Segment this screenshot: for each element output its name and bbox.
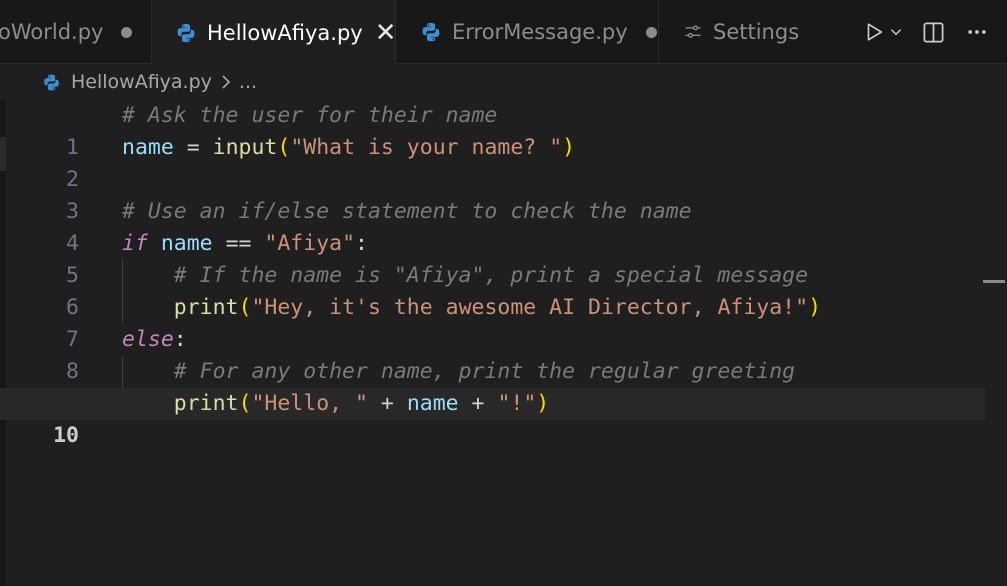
tab-label: Settings bbox=[713, 20, 800, 44]
keyword: else bbox=[122, 327, 174, 352]
breadcrumb: HellowAfiya.py ... bbox=[0, 65, 1007, 99]
bracket: ) bbox=[808, 295, 822, 320]
tab-label: HellowAfiya.py bbox=[207, 20, 363, 45]
breadcrumb-symbols[interactable]: ... bbox=[239, 71, 257, 93]
split-editor-icon bbox=[923, 22, 943, 42]
operator: = bbox=[173, 135, 213, 160]
comment: # Ask the user for their name bbox=[122, 103, 498, 128]
tab-helloworld[interactable]: oWorld.py bbox=[0, 0, 152, 64]
code-line[interactable]: 4 # Use an if/else statement to check th… bbox=[0, 196, 1007, 256]
python-file-icon bbox=[44, 74, 59, 90]
code-line-current[interactable]: 10 print("Hello, " + name + "!") bbox=[0, 388, 985, 448]
bracket: ( bbox=[277, 135, 291, 160]
function-name: print bbox=[173, 391, 239, 416]
code-line[interactable]: 7 print("Hey, it's the awesome AI Direct… bbox=[0, 292, 1007, 352]
string-literal: "Hello, " bbox=[251, 391, 368, 416]
string-literal: "Afiya" bbox=[264, 231, 356, 256]
bracket: ( bbox=[238, 391, 252, 416]
keyword: if bbox=[122, 231, 148, 256]
variable: name bbox=[160, 231, 213, 256]
tab-label: ErrorMessage.py bbox=[452, 20, 628, 44]
tab-label: oWorld.py bbox=[0, 20, 104, 44]
code-editor[interactable]: 1 # Ask the user for their name 2 name =… bbox=[0, 99, 1007, 586]
tab-bar: oWorld.py HellowAfiya.py ✕ ErrorMessage.… bbox=[0, 0, 1007, 65]
string-literal: "What is your name? " bbox=[290, 135, 563, 160]
code-line[interactable]: 3 bbox=[0, 164, 1007, 224]
code-line[interactable]: 9 # For any other name, print the regula… bbox=[0, 356, 1007, 416]
code-line[interactable]: 5 if name == "Afiya": bbox=[0, 228, 1007, 288]
colon: : bbox=[355, 231, 368, 256]
variable: name bbox=[406, 391, 459, 416]
modified-dot-icon[interactable] bbox=[645, 26, 657, 38]
tab-errormessage[interactable]: ErrorMessage.py bbox=[396, 0, 659, 64]
settings-sliders-icon bbox=[685, 25, 701, 38]
operator: == bbox=[212, 231, 265, 256]
function-name: print bbox=[173, 295, 239, 320]
chevron-right-icon bbox=[222, 75, 231, 89]
variable: name bbox=[122, 135, 174, 160]
colon: : bbox=[173, 327, 187, 352]
code-line[interactable]: 8 else: bbox=[0, 324, 1007, 384]
close-icon[interactable]: ✕ bbox=[375, 20, 395, 46]
bracket: ) bbox=[562, 135, 576, 160]
scrollbar-marker[interactable] bbox=[983, 280, 1005, 283]
code-line[interactable]: 1 # Ask the user for their name bbox=[0, 100, 1007, 160]
code-line[interactable]: 2 name = input("What is your name? ") bbox=[0, 132, 1007, 192]
split-editor-button[interactable] bbox=[911, 21, 955, 44]
bracket: ) bbox=[536, 391, 550, 416]
chevron-down-icon[interactable] bbox=[889, 25, 903, 39]
tab-hellowafiya[interactable]: HellowAfiya.py ✕ bbox=[152, 0, 396, 65]
comment: # If the name is "Afiya", print a specia… bbox=[173, 263, 809, 288]
string-literal: "!" bbox=[497, 391, 537, 416]
operator: + bbox=[458, 391, 498, 416]
more-actions-button[interactable] bbox=[955, 21, 999, 43]
code-line[interactable]: 6 # If the name is "Afiya", print a spec… bbox=[0, 260, 1007, 320]
ellipsis-icon bbox=[968, 30, 986, 34]
breadcrumb-file[interactable]: HellowAfiya.py bbox=[71, 71, 212, 93]
string-literal: "Hey, it's the awesome AI Director, Afiy… bbox=[251, 295, 809, 320]
bracket: ( bbox=[238, 295, 252, 320]
modified-dot-icon[interactable] bbox=[121, 26, 133, 38]
comment: # Use an if/else statement to check the … bbox=[122, 199, 692, 224]
line-number: 10 bbox=[53, 423, 79, 448]
play-icon bbox=[867, 23, 883, 41]
python-file-icon bbox=[177, 23, 195, 42]
function-name: input bbox=[212, 135, 278, 160]
operator: + bbox=[367, 391, 407, 416]
tab-settings[interactable]: Settings bbox=[659, 0, 819, 64]
editor-actions bbox=[855, 0, 1007, 64]
comment: # For any other name, print the regular … bbox=[173, 359, 796, 384]
python-file-icon bbox=[422, 22, 440, 42]
run-button[interactable] bbox=[855, 21, 911, 43]
